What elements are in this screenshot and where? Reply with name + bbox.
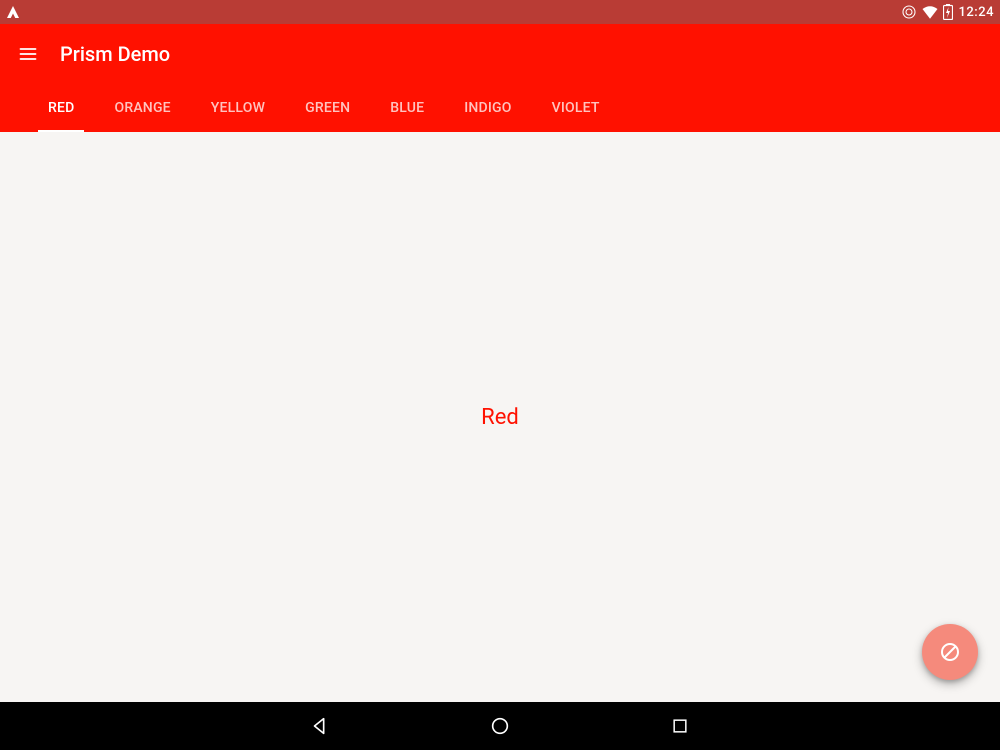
app-title: Prism Demo [60, 42, 170, 66]
nav-recents-button[interactable] [660, 706, 700, 746]
wifi-icon [921, 4, 939, 20]
fab-button[interactable] [922, 624, 978, 680]
tab-label: RED [48, 100, 74, 116]
tab-green[interactable]: GREEN [285, 84, 370, 132]
tab-label: ORANGE [114, 100, 170, 116]
tab-label: BLUE [390, 100, 424, 116]
tab-indigo[interactable]: INDIGO [444, 84, 531, 132]
nav-back-button[interactable] [300, 706, 340, 746]
tab-label: YELLOW [211, 100, 265, 116]
tab-yellow[interactable]: YELLOW [191, 84, 285, 132]
app-bar: Prism Demo [0, 24, 1000, 84]
tab-orange[interactable]: ORANGE [94, 84, 190, 132]
tab-label: VIOLET [552, 100, 600, 116]
notification-app-icon [4, 3, 22, 21]
status-clock: 12:24 [959, 5, 994, 20]
block-icon [938, 640, 962, 664]
content-title: Red [481, 405, 519, 430]
tab-blue[interactable]: BLUE [370, 84, 444, 132]
battery-charging-icon [943, 4, 953, 20]
content-area: Red [0, 132, 1000, 702]
menu-icon[interactable] [18, 44, 38, 64]
tab-red[interactable]: RED [18, 84, 94, 132]
tab-label: INDIGO [464, 100, 511, 116]
nav-home-button[interactable] [480, 706, 520, 746]
android-nav-bar [0, 702, 1000, 750]
tab-label: GREEN [305, 100, 350, 116]
android-status-bar: 12:24 [0, 0, 1000, 24]
tab-bar: RED ORANGE YELLOW GREEN BLUE INDIGO VIOL… [0, 84, 1000, 132]
sync-icon [901, 4, 917, 20]
tab-violet[interactable]: VIOLET [532, 84, 620, 132]
